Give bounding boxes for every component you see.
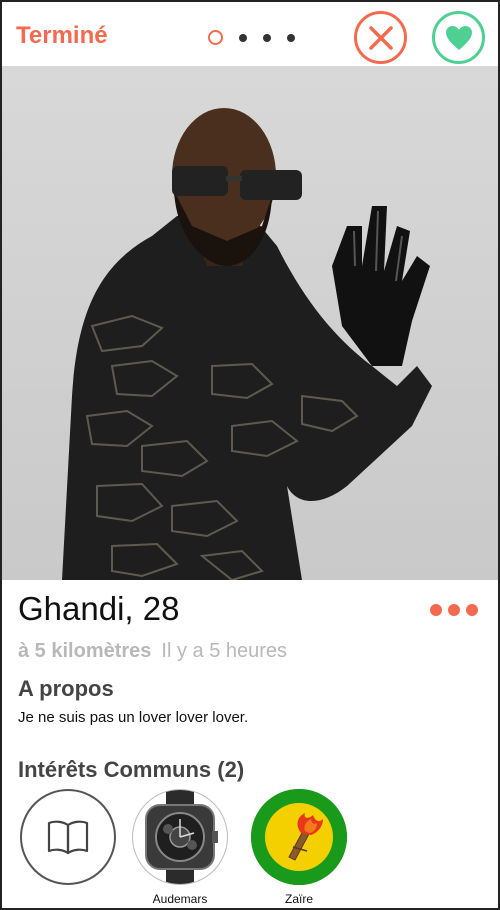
more-dot: [430, 604, 442, 616]
last-seen-text: Il y a 5 heures: [161, 640, 288, 662]
profile-name-age: Ghandi, 28: [18, 590, 180, 627]
page-dot[interactable]: [287, 33, 295, 42]
interest-reading[interactable]: [20, 789, 116, 885]
interest-label: Zaïre: [284, 892, 313, 906]
profile-screen: Terminé Ghandi, 28 à 5 kilomètres Il y a…: [0, 0, 500, 910]
page-indicator: [208, 30, 295, 45]
profile-meta: à 5 kilomètres Il y a 5 heures: [18, 640, 287, 663]
more-options-button[interactable]: [430, 604, 478, 616]
page-dot-active[interactable]: [208, 30, 223, 45]
top-bar: Terminé: [2, 2, 498, 66]
zaire-flag-icon: [251, 789, 347, 885]
about-text: Je ne suis pas un lover lover lover.: [18, 709, 249, 726]
profile-photo[interactable]: [2, 66, 498, 580]
page-dot[interactable]: [263, 33, 271, 42]
page-dot[interactable]: [239, 33, 247, 42]
book-icon: [47, 820, 89, 855]
interest-label: Audemars: [152, 892, 208, 906]
person-photo-illustration: [62, 108, 432, 580]
like-button[interactable]: [432, 11, 485, 64]
close-icon: [368, 25, 393, 50]
distance-text: à 5 kilomètres: [18, 640, 152, 662]
watch-icon: [145, 790, 218, 884]
interest-zaire[interactable]: [251, 789, 347, 885]
interest-audemars[interactable]: [132, 789, 228, 885]
heart-icon: [445, 25, 472, 50]
more-dot: [466, 604, 478, 616]
about-heading: A propos: [18, 676, 114, 701]
common-interests-heading: Intérêts Communs (2): [18, 757, 245, 782]
dislike-button[interactable]: [354, 11, 407, 64]
done-button[interactable]: Terminé: [16, 22, 108, 50]
more-dot: [448, 604, 460, 616]
